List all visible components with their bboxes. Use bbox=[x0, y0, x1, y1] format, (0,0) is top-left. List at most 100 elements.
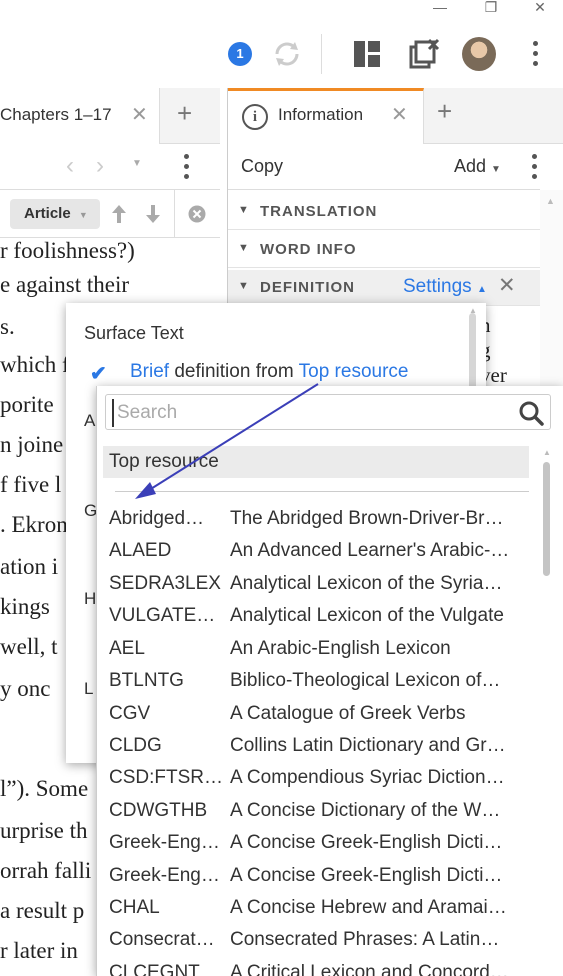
close-panels-icon[interactable] bbox=[408, 38, 440, 70]
panel-menu-kebab-icon[interactable] bbox=[182, 154, 190, 184]
toolbar-divider bbox=[321, 34, 322, 74]
arrow-up-icon[interactable] bbox=[111, 204, 127, 224]
close-tab-icon[interactable]: ✕ bbox=[391, 102, 408, 127]
resource-name: Consecrated Phrases: A Latin… bbox=[230, 929, 500, 950]
resource-name: Analytical Lexicon of the Syria… bbox=[230, 573, 503, 594]
resource-abbreviation: CSD:FTSRPS bbox=[109, 767, 225, 788]
tab-information[interactable]: i Information ✕ bbox=[228, 88, 424, 144]
section-word-info[interactable]: ▼ WORD INFO bbox=[228, 232, 540, 268]
resource-name: A Concise Greek-English Dicti… bbox=[230, 865, 503, 886]
minimize-button[interactable]: — bbox=[425, 0, 455, 16]
app-menu-kebab-icon[interactable] bbox=[531, 41, 539, 71]
resource-item[interactable]: Greek-Eng… A Concise Greek-English Dicti… bbox=[97, 828, 537, 860]
resource-item[interactable]: CLDG Collins Latin Dictionary and Gr… bbox=[97, 731, 537, 763]
top-resource-option[interactable]: Top resource bbox=[103, 446, 529, 478]
resource-name: A Compendious Syriac Diction… bbox=[230, 767, 505, 788]
top-resource-link[interactable]: Top resource bbox=[299, 361, 409, 382]
resource-abbreviation: CLCEGNT bbox=[109, 962, 200, 976]
search-input[interactable] bbox=[112, 399, 512, 427]
settings-link[interactable]: Settings ▲ bbox=[403, 276, 487, 298]
back-icon[interactable]: ‹ bbox=[66, 152, 74, 180]
resource-item[interactable]: AEL An Arabic-English Lexicon bbox=[97, 634, 537, 666]
divider bbox=[174, 190, 175, 238]
resource-name: Collins Latin Dictionary and Gr… bbox=[230, 735, 506, 756]
clear-icon[interactable] bbox=[188, 205, 206, 223]
resource-item[interactable]: Greek-Eng… A Concise Greek-English Dicti… bbox=[97, 861, 537, 893]
section-definition[interactable]: ▼ DEFINITION Settings ▲ ✕ bbox=[228, 270, 540, 306]
resource-abbreviation: VULGATEA… bbox=[109, 605, 225, 626]
document-line: . Ekron bbox=[0, 512, 68, 537]
restore-button[interactable]: ❐ bbox=[476, 0, 506, 16]
close-window-button[interactable]: ✕ bbox=[525, 0, 555, 16]
resource-name: A Concise Hebrew and Aramai… bbox=[230, 897, 507, 918]
info-menu-kebab-icon[interactable] bbox=[530, 154, 538, 184]
add-tab-icon[interactable]: + bbox=[177, 98, 192, 129]
document-line: r foolishness?) bbox=[0, 238, 135, 263]
resource-item[interactable]: ALAED An Advanced Learner's Arabic-… bbox=[97, 536, 537, 568]
chevron-down-icon: ▼ bbox=[78, 210, 88, 220]
document-line: porite bbox=[0, 392, 54, 417]
search-icon[interactable] bbox=[518, 400, 544, 426]
search-box bbox=[105, 394, 551, 430]
brief-link[interactable]: Brief bbox=[130, 361, 169, 382]
add-button[interactable]: Add ▼ bbox=[454, 156, 501, 177]
close-section-icon[interactable]: ✕ bbox=[498, 273, 517, 298]
surface-text-heading: Surface Text bbox=[84, 323, 184, 343]
resource-abbreviation: CHAL bbox=[109, 897, 160, 918]
resource-item[interactable]: CGV A Catalogue of Greek Verbs bbox=[97, 699, 537, 731]
section-translation[interactable]: ▼ TRANSLATION bbox=[228, 194, 540, 230]
scroll-thumb[interactable] bbox=[543, 462, 550, 576]
scroll-up-icon[interactable]: ▲ bbox=[469, 306, 477, 315]
tab-title: Information bbox=[278, 105, 364, 124]
resource-item[interactable]: Abridged… The Abridged Brown-Driver-Br… bbox=[97, 504, 537, 536]
arrow-down-icon[interactable] bbox=[145, 204, 161, 224]
resource-name: A Catalogue of Greek Verbs bbox=[230, 703, 466, 724]
document-line: a result p bbox=[0, 898, 85, 923]
resource-name: An Arabic-English Lexicon bbox=[230, 638, 451, 659]
tab-title: Chapters 1–17 bbox=[0, 105, 112, 124]
resource-abbreviation: Greek-Eng… bbox=[109, 865, 220, 886]
notification-badge[interactable]: 1 bbox=[228, 42, 252, 66]
resource-item[interactable]: CSD:FTSRPS A Compendious Syriac Diction… bbox=[97, 763, 537, 795]
resource-item[interactable]: SEDRA3LEX Analytical Lexicon of the Syria… bbox=[97, 569, 537, 601]
copy-button[interactable]: Copy bbox=[241, 156, 283, 177]
checkmark-icon[interactable]: ✔ bbox=[90, 361, 107, 386]
info-icon: i bbox=[242, 104, 268, 130]
document-line: well, t bbox=[0, 634, 58, 659]
resource-name: A Concise Greek-English Dicti… bbox=[230, 832, 503, 853]
brief-definition-row: Brief definition from Top resource bbox=[130, 361, 408, 383]
add-label: Add bbox=[454, 156, 487, 176]
close-tab-icon[interactable]: ✕ bbox=[131, 102, 148, 127]
document-line: r later in bbox=[0, 938, 78, 963]
resource-item[interactable]: Consecrat… Consecrated Phrases: A Latin… bbox=[97, 925, 537, 957]
resource-abbreviation: AEL bbox=[109, 638, 145, 659]
left-toolbar: Article ▼ bbox=[0, 190, 220, 238]
resource-item[interactable]: VULGATEA… Analytical Lexicon of the Vulga… bbox=[97, 601, 537, 633]
history-dropdown-icon[interactable]: ▼ bbox=[132, 158, 142, 169]
right-tab-bar: i Information ✕ + bbox=[228, 88, 563, 144]
resource-name: Analytical Lexicon of the Vulgate bbox=[230, 605, 504, 626]
document-line: orrah falli bbox=[0, 858, 92, 883]
document-line: s. bbox=[0, 314, 15, 339]
user-avatar[interactable] bbox=[462, 37, 496, 71]
chevron-up-icon: ▲ bbox=[476, 284, 487, 295]
resource-item[interactable]: CLCEGNT A Critical Lexicon and Concord… bbox=[97, 958, 537, 976]
resource-item[interactable]: CHAL A Concise Hebrew and Aramai… bbox=[97, 893, 537, 925]
tab-chapters[interactable]: Chapters 1–17 ✕ bbox=[0, 88, 160, 144]
forward-icon[interactable]: › bbox=[96, 152, 104, 180]
resource-name: A Concise Dictionary of the W… bbox=[230, 800, 501, 821]
scroll-up-icon[interactable]: ▲ bbox=[546, 196, 555, 206]
resource-item[interactable]: BTLNTG Biblico-Theological Lexicon of… bbox=[97, 666, 537, 698]
layout-icon[interactable] bbox=[353, 40, 381, 68]
resource-item[interactable]: CDWGTHB A Concise Dictionary of the W… bbox=[97, 796, 537, 828]
popup-label-l: L bbox=[84, 679, 94, 698]
resource-abbreviation: Abridged… bbox=[109, 508, 205, 529]
sync-icon[interactable] bbox=[271, 38, 303, 70]
article-dropdown[interactable]: Article ▼ bbox=[10, 199, 100, 229]
chevron-down-icon: ▼ bbox=[491, 164, 501, 175]
dropdown-scrollbar[interactable]: ▲ bbox=[542, 448, 552, 972]
add-tab-icon[interactable]: + bbox=[437, 96, 452, 127]
resource-abbreviation: ALAED bbox=[109, 540, 172, 561]
resource-abbreviation: SEDRA3LEX bbox=[109, 573, 221, 594]
scroll-up-icon[interactable]: ▲ bbox=[543, 448, 551, 457]
